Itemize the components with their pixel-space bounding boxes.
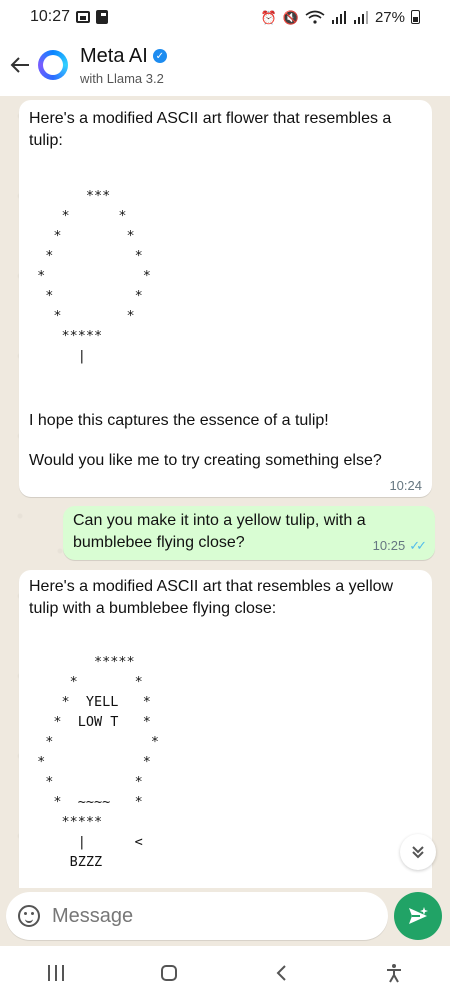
chat-area[interactable]: Here's a modified ASCII art flower that …: [0, 96, 450, 888]
back-nav-button[interactable]: [261, 953, 301, 993]
message-text: I hope this captures the essence of a tu…: [29, 412, 329, 429]
message-text: Here's a modified ASCII art that resembl…: [29, 578, 394, 617]
send-icon: [409, 907, 428, 924]
chat-title-block[interactable]: Meta AI ✓ with Llama 3.2: [80, 45, 167, 86]
chat-subtitle: with Llama 3.2: [80, 70, 164, 86]
message-time: 10:25: [372, 538, 406, 553]
ai-message[interactable]: Here's a modified ASCII art flower that …: [19, 100, 432, 497]
ascii-art-tulip: *** * * * * * * * * * * * * ***** |: [37, 188, 151, 364]
verified-badge-icon: ✓: [152, 49, 167, 63]
back-button[interactable]: [2, 54, 38, 76]
message-status: 10:25 ✓✓: [372, 538, 427, 554]
user-message[interactable]: Can you make it into a yellow tulip, wit…: [63, 506, 435, 560]
message-time: 10:24: [389, 478, 422, 493]
chat-header: Meta AI ✓ with Llama 3.2: [0, 34, 450, 96]
signal-icon: [331, 11, 346, 24]
battery-percentage: 27%: [374, 8, 405, 26]
chat-title: Meta AI: [80, 44, 148, 67]
message-text: Here's a modified ASCII art flower that …: [29, 110, 392, 149]
chevron-left-icon: [276, 965, 286, 981]
scroll-to-bottom-button[interactable]: [400, 834, 436, 870]
wifi-icon: [305, 10, 325, 24]
emoji-icon[interactable]: [18, 905, 40, 927]
meta-ai-avatar[interactable]: [38, 50, 68, 80]
facebook-notification-icon: [96, 10, 109, 24]
ai-message[interactable]: Here's a modified ASCII art that resembl…: [19, 570, 432, 888]
chevron-double-down-icon: [412, 846, 424, 859]
gallery-notification-icon: [76, 11, 91, 23]
status-time: 10:27: [30, 8, 71, 25]
arrow-left-icon: [10, 57, 29, 73]
signal-icon-2: [353, 11, 368, 24]
message-input-container: [6, 892, 388, 940]
message-text: Would you like me to try creating someth…: [29, 452, 382, 469]
message-text: Can you make it into a yellow tulip, wit…: [73, 512, 366, 551]
accessibility-button[interactable]: [374, 953, 414, 993]
read-ticks-icon: ✓✓: [409, 538, 427, 553]
battery-icon: [411, 10, 420, 24]
alarm-icon: ⏰: [260, 9, 277, 25]
send-button[interactable]: [394, 892, 442, 940]
home-icon: [160, 965, 177, 981]
accessibility-icon: [386, 964, 401, 983]
system-navigation-bar: [0, 946, 450, 1000]
message-composer: [0, 888, 450, 946]
recent-apps-icon: [48, 965, 65, 981]
recent-apps-button[interactable]: [36, 953, 76, 993]
home-button[interactable]: [149, 953, 189, 993]
message-input[interactable]: [50, 903, 354, 929]
mute-icon: 🔇: [282, 9, 299, 25]
ascii-art-yellow-tulip: ***** * * * YELL * * LOW T * * * * * * *…: [37, 654, 160, 870]
status-bar: 10:27 ⏰ 🔇 27%: [0, 0, 450, 34]
